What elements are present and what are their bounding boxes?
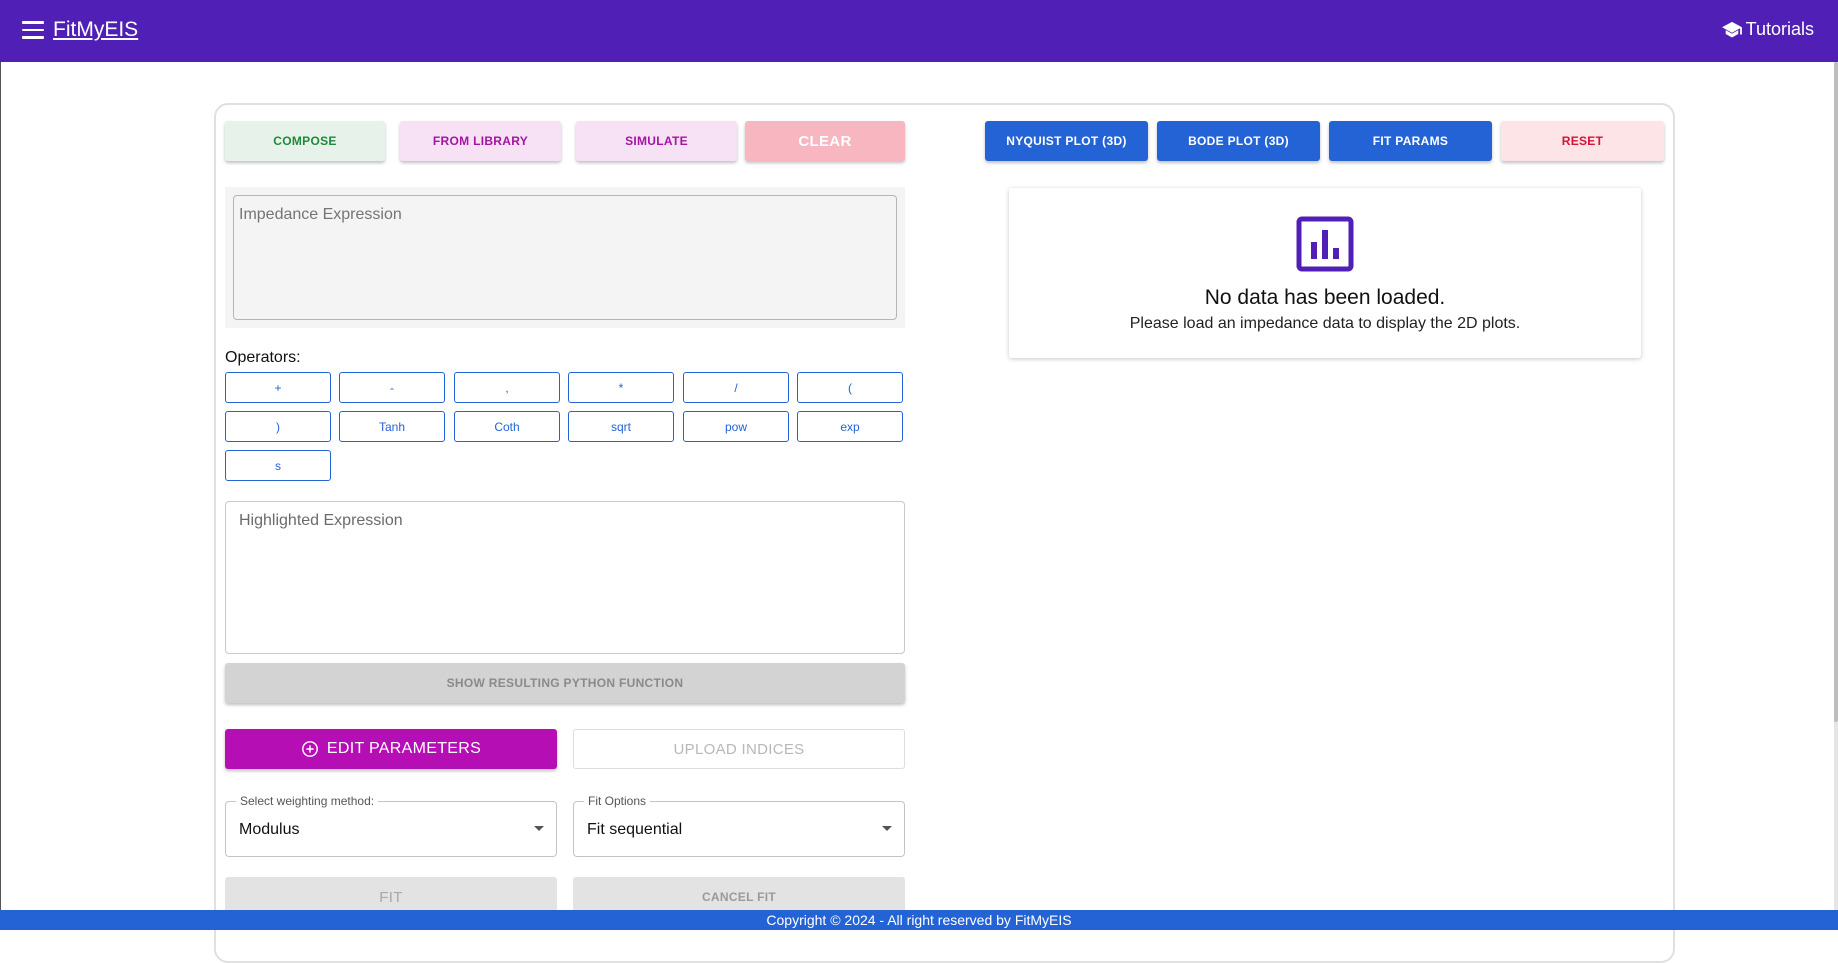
operator-button[interactable]: ): [225, 411, 331, 442]
no-data-title: No data has been loaded.: [1204, 286, 1446, 309]
nyquist-plot-button[interactable]: NYQUIST PLOT (3D): [985, 121, 1148, 161]
fit-options-select[interactable]: Fit Options Fit sequential: [573, 794, 905, 857]
fit-params-button[interactable]: FIT PARAMS: [1329, 121, 1492, 161]
from-library-button[interactable]: FROM LIBRARY: [400, 121, 561, 161]
weighting-method-label: Select weighting method:: [236, 794, 379, 808]
upload-indices-button[interactable]: UPLOAD INDICES: [573, 729, 905, 769]
bar-chart-icon: [1296, 216, 1354, 272]
operator-button[interactable]: /: [683, 372, 789, 403]
fit-options-label: Fit Options: [584, 794, 651, 808]
operator-button[interactable]: s: [225, 450, 331, 481]
left-border: [0, 62, 1, 910]
edit-parameters-label: EDIT PARAMETERS: [326, 740, 482, 757]
app-bar: FitMyEIS Tutorials: [0, 0, 1838, 62]
operator-button[interactable]: exp: [797, 411, 903, 442]
dropdown-arrow-icon: [534, 826, 544, 831]
operator-button[interactable]: Tanh: [339, 411, 445, 442]
operator-button[interactable]: sqrt: [568, 411, 674, 442]
operators-label: Operators:: [225, 349, 301, 366]
highlighted-expression-box: Highlighted Expression: [225, 501, 905, 654]
tutorials-label: Tutorials: [1745, 19, 1814, 39]
page-scrollbar[interactable]: [1834, 62, 1838, 910]
add-circle-icon: [302, 741, 318, 757]
no-data-message: Please load an impedance data to display…: [1129, 315, 1521, 332]
operator-button[interactable]: +: [225, 372, 331, 403]
no-data-panel: No data has been loaded. Please load an …: [1009, 188, 1641, 358]
dropdown-arrow-icon: [882, 826, 892, 831]
bode-plot-button[interactable]: BODE PLOT (3D): [1157, 121, 1320, 161]
clear-button[interactable]: CLEAR: [745, 121, 905, 161]
operator-button[interactable]: ,: [454, 372, 560, 403]
edit-parameters-button[interactable]: EDIT PARAMETERS: [225, 729, 557, 769]
operator-button[interactable]: *: [568, 372, 674, 403]
operator-button[interactable]: pow: [683, 411, 789, 442]
impedance-expression-input[interactable]: [233, 195, 897, 320]
menu-icon[interactable]: [22, 21, 44, 39]
graduation-cap-icon: [1721, 21, 1742, 37]
scrollbar-thumb[interactable]: [1834, 62, 1838, 722]
simulate-button[interactable]: SIMULATE: [576, 121, 737, 161]
operator-button[interactable]: Coth: [454, 411, 560, 442]
footer: Copyright © 2024 - All right reserved by…: [0, 910, 1838, 930]
tutorials-link[interactable]: Tutorials: [1721, 19, 1814, 40]
weighting-method-value: Modulus: [239, 821, 300, 838]
compose-button[interactable]: COMPOSE: [225, 121, 385, 161]
operator-button[interactable]: -: [339, 372, 445, 403]
app-title-link[interactable]: FitMyEIS: [53, 18, 138, 42]
show-python-function-button[interactable]: SHOW RESULTING PYTHON FUNCTION: [225, 663, 905, 703]
weighting-method-select[interactable]: Select weighting method: Modulus: [225, 794, 557, 857]
reset-button[interactable]: RESET: [1501, 121, 1664, 161]
operator-button[interactable]: (: [797, 372, 903, 403]
fit-options-value: Fit sequential: [587, 821, 683, 838]
